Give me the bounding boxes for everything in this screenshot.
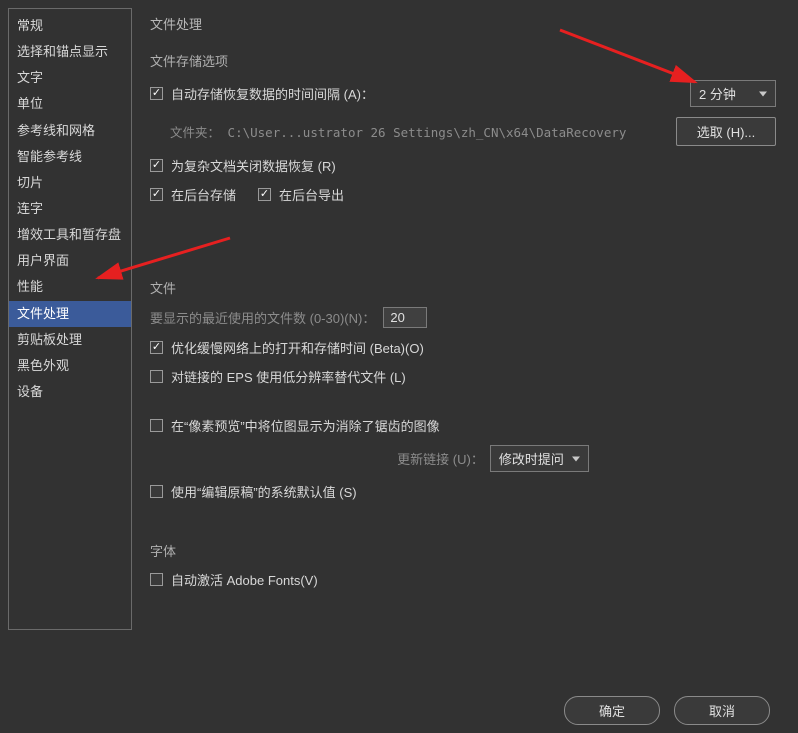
- eps-label: 对链接的 EPS 使用低分辨率替代文件 (L): [171, 367, 406, 386]
- bg-save-label: 在后台存储: [171, 185, 236, 204]
- optimize-checkbox[interactable]: [150, 341, 163, 354]
- bg-export-label: 在后台导出: [279, 185, 344, 204]
- auto-activate-fonts-label: 自动激活 Adobe Fonts(V): [171, 570, 318, 589]
- section-fonts-title: 字体: [150, 541, 776, 560]
- section-storage-title: 文件存储选项: [150, 51, 776, 70]
- auto-activate-fonts-checkbox[interactable]: [150, 573, 163, 586]
- sidebar-item-slices[interactable]: 切片: [9, 170, 131, 196]
- close-recovery-label: 为复杂文档关闭数据恢复 (R): [171, 156, 336, 175]
- recent-files-input[interactable]: 20: [383, 307, 427, 328]
- pixel-preview-label: 在“像素预览”中将位图显示为消除了锯齿的图像: [171, 416, 440, 435]
- auto-save-label: 自动存储恢复数据的时间间隔 (A)：: [171, 84, 374, 103]
- sidebar-item-plugins[interactable]: 增效工具和暂存盘: [9, 222, 131, 248]
- auto-save-checkbox[interactable]: [150, 87, 163, 100]
- sidebar: 常规 选择和锚点显示 文字 单位 参考线和网格 智能参考线 切片 连字 增效工具…: [8, 8, 132, 630]
- update-links-select[interactable]: 修改时提问: [490, 445, 589, 472]
- sidebar-item-clipboard[interactable]: 剪贴板处理: [9, 327, 131, 353]
- bg-export-checkbox[interactable]: [258, 188, 271, 201]
- sidebar-item-devices[interactable]: 设备: [9, 379, 131, 405]
- pixel-preview-checkbox[interactable]: [150, 419, 163, 432]
- sidebar-item-units[interactable]: 单位: [9, 91, 131, 117]
- ok-button[interactable]: 确定: [564, 696, 660, 725]
- cancel-button[interactable]: 取消: [674, 696, 770, 725]
- background-row: 在后台存储 在后台导出: [150, 185, 776, 204]
- recent-files-label: 要显示的最近使用的文件数 (0-30)(N)：: [150, 308, 375, 327]
- close-recovery-checkbox[interactable]: [150, 159, 163, 172]
- pixel-preview-row: 在“像素预览”中将位图显示为消除了锯齿的图像: [150, 416, 776, 435]
- edit-original-label: 使用“编辑原稿”的系统默认值 (S): [171, 482, 357, 501]
- sidebar-item-hyphenation[interactable]: 连字: [9, 196, 131, 222]
- optimize-label: 优化缓慢网络上的打开和存储时间 (Beta)(O): [171, 338, 424, 357]
- recent-files-row: 要显示的最近使用的文件数 (0-30)(N)： 20: [150, 307, 776, 328]
- sidebar-item-selection[interactable]: 选择和锚点显示: [9, 39, 131, 65]
- folder-row: 文件夹： C:\User...ustrator 26 Settings\zh_C…: [150, 117, 776, 146]
- sidebar-item-text[interactable]: 文字: [9, 65, 131, 91]
- optimize-row: 优化缓慢网络上的打开和存储时间 (Beta)(O): [150, 338, 776, 357]
- sidebar-item-file-handling[interactable]: 文件处理: [9, 301, 131, 327]
- sidebar-item-guides[interactable]: 参考线和网格: [9, 118, 131, 144]
- eps-row: 对链接的 EPS 使用低分辨率替代文件 (L): [150, 367, 776, 386]
- update-links-row: 更新链接 (U)： 修改时提问: [150, 445, 776, 472]
- close-recovery-row: 为复杂文档关闭数据恢复 (R): [150, 156, 776, 175]
- eps-checkbox[interactable]: [150, 370, 163, 383]
- auto-save-row: 自动存储恢复数据的时间间隔 (A)： 2 分钟: [150, 80, 776, 107]
- sidebar-item-black-appearance[interactable]: 黑色外观: [9, 353, 131, 379]
- update-links-label: 更新链接 (U)：: [397, 449, 484, 468]
- footer: 确定 取消: [8, 682, 790, 725]
- edit-original-row: 使用“编辑原稿”的系统默认值 (S): [150, 482, 776, 501]
- folder-path: 文件夹： C:\User...ustrator 26 Settings\zh_C…: [150, 122, 666, 141]
- bg-save-checkbox[interactable]: [150, 188, 163, 201]
- content-panel: 文件处理 文件存储选项 自动存储恢复数据的时间间隔 (A)： 2 分钟 文件夹：…: [150, 8, 790, 682]
- auto-activate-fonts-row: 自动激活 Adobe Fonts(V): [150, 570, 776, 589]
- sidebar-item-smart-guides[interactable]: 智能参考线: [9, 144, 131, 170]
- sidebar-item-ui[interactable]: 用户界面: [9, 248, 131, 274]
- preferences-dialog: 常规 选择和锚点显示 文字 单位 参考线和网格 智能参考线 切片 连字 增效工具…: [8, 8, 790, 725]
- edit-original-checkbox[interactable]: [150, 485, 163, 498]
- auto-save-interval-select[interactable]: 2 分钟: [690, 80, 776, 107]
- main-row: 常规 选择和锚点显示 文字 单位 参考线和网格 智能参考线 切片 连字 增效工具…: [8, 8, 790, 682]
- panel-title: 文件处理: [150, 14, 776, 33]
- choose-folder-button[interactable]: 选取 (H)...: [676, 117, 776, 146]
- section-files-title: 文件: [150, 278, 776, 297]
- sidebar-item-general[interactable]: 常规: [9, 13, 131, 39]
- sidebar-item-performance[interactable]: 性能: [9, 274, 131, 300]
